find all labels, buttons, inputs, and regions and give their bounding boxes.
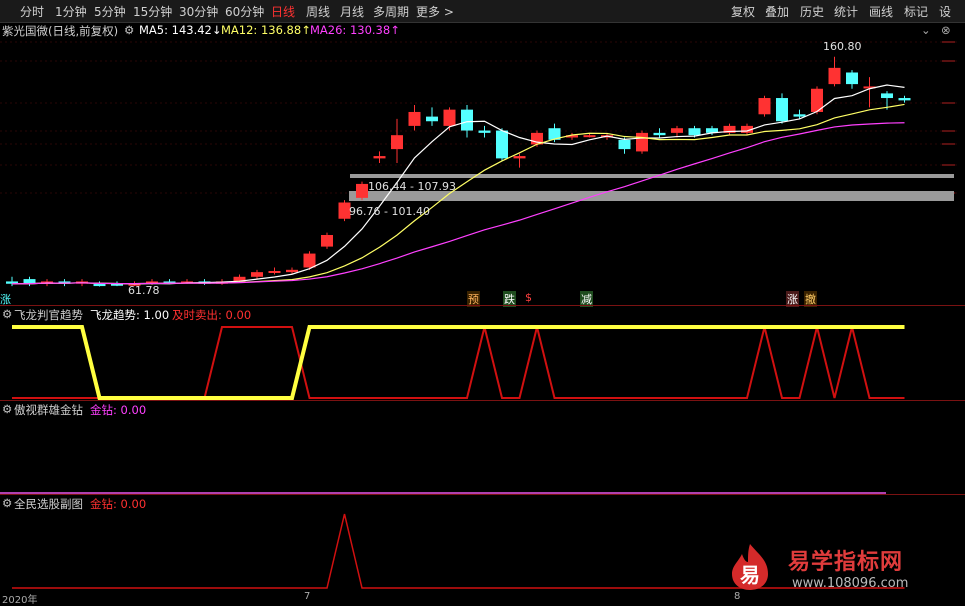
candle-body <box>268 270 281 273</box>
candle-body <box>671 128 683 133</box>
candle-body <box>391 135 403 150</box>
trend-line <box>12 325 905 400</box>
watermark: 易 易学指标网 www.108096.com <box>728 536 965 604</box>
candle-body <box>636 132 648 152</box>
candle-body <box>846 72 858 85</box>
indicator1-settings-icon[interactable]: ⚙ <box>2 307 12 321</box>
signal-dollar: $ <box>525 291 532 304</box>
indicator1-name: 飞龙判官趋势 <box>14 308 83 322</box>
candle-body <box>776 98 788 122</box>
logo-char: 易 <box>740 563 760 587</box>
candle-body <box>478 130 491 133</box>
candle-body <box>793 114 806 117</box>
watermark-url: www.108096.com <box>792 576 909 591</box>
candle-body <box>898 98 911 101</box>
candle-body <box>373 156 386 159</box>
zone2-label: 96.76 - 101.40 <box>349 205 430 218</box>
x-axis-label-month7: 7 <box>304 591 311 602</box>
indicator1-trend-value: 飞龙趋势: 1.00 <box>90 308 170 322</box>
candle-body <box>321 235 333 247</box>
indicator1-sell-value: 及时卖出: 0.00 <box>172 308 252 322</box>
candle-body <box>881 93 893 99</box>
candle-body <box>828 67 841 85</box>
indicator2-value: 金钻: 0.00 <box>90 403 147 417</box>
candle-body <box>513 156 526 159</box>
candle-body <box>496 130 508 159</box>
indicator2-settings-icon[interactable]: ⚙ <box>2 402 12 416</box>
candle-body <box>758 98 771 115</box>
candle-body <box>653 132 666 136</box>
sell-signal-line <box>12 326 905 399</box>
candle-body <box>426 116 438 122</box>
candle-body <box>583 135 596 138</box>
watermark-title: 易学指标网 <box>788 550 904 575</box>
candle-body <box>286 269 298 273</box>
indicator3-value: 金钻: 0.00 <box>90 497 147 511</box>
candlestick-chart[interactable] <box>0 0 965 604</box>
indicator2-name: 傲视群雄金钻 <box>14 403 83 417</box>
zone1-label: 106.44 - 107.93 <box>368 180 456 193</box>
ma26-line <box>12 122 905 285</box>
panel-divider <box>0 494 965 495</box>
panel-divider <box>0 400 965 401</box>
flame-logo-icon: 易 <box>732 544 768 590</box>
candle-body <box>93 283 106 287</box>
candle-body <box>618 139 631 150</box>
ma5-line <box>12 84 905 285</box>
candle-body <box>356 183 368 198</box>
indicator3-name: 全民选股副图 <box>14 497 83 511</box>
candle-body <box>443 109 456 126</box>
candle-body <box>688 128 701 136</box>
candle-body <box>251 272 263 277</box>
low-price-label: 61.78 <box>128 284 160 297</box>
candle-body <box>461 109 473 131</box>
candle-body <box>303 253 316 268</box>
panel-divider <box>0 305 965 306</box>
high-price-label: 160.80 <box>823 40 862 53</box>
indicator3-settings-icon[interactable]: ⚙ <box>2 496 12 510</box>
candle-body <box>408 111 421 126</box>
